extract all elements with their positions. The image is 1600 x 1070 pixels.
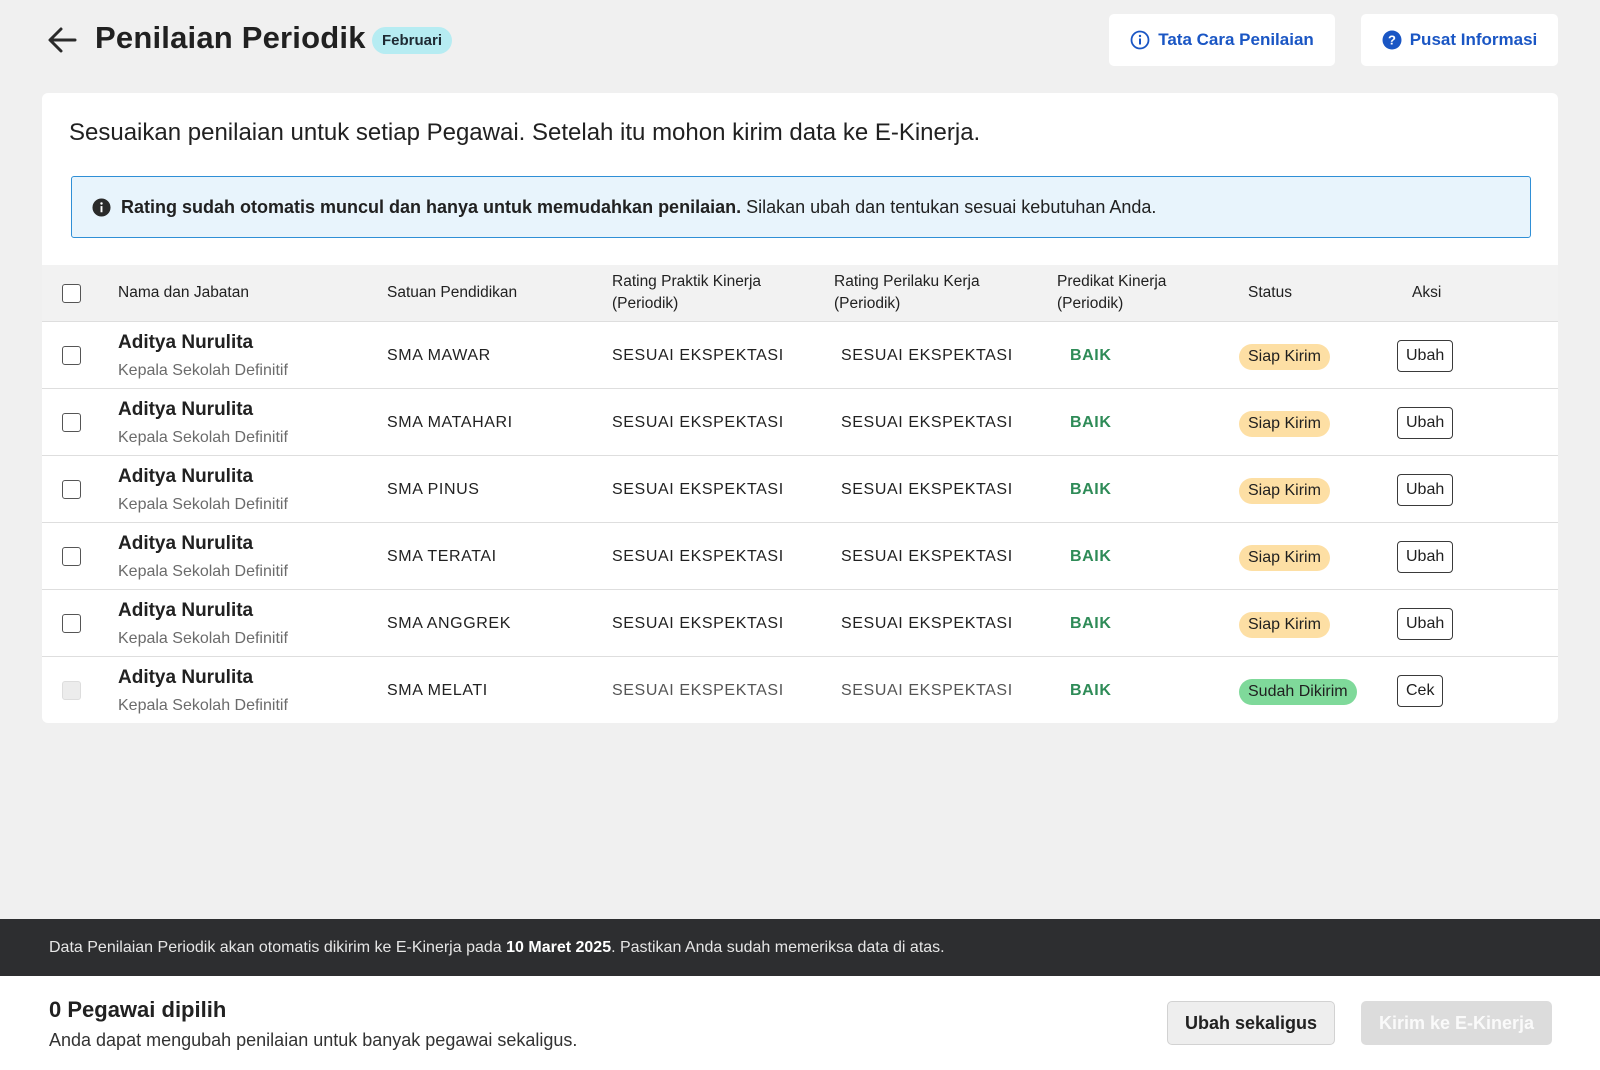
employee-name: Aditya Nurulita <box>118 667 254 688</box>
auto-send-notice: Data Penilaian Periodik akan otomatis di… <box>0 919 1600 976</box>
ubah-button[interactable]: Ubah <box>1397 407 1454 439</box>
col-header-aksi: Aksi <box>1412 284 1442 301</box>
action-footer: 0 Pegawai dipilih Anda dapat mengubah pe… <box>0 976 1600 1070</box>
back-arrow-icon[interactable] <box>44 22 80 58</box>
select-all-checkbox[interactable] <box>62 284 81 303</box>
school-cell: SMA MATAHARI <box>387 413 513 431</box>
predikat-cell: BAIK <box>1070 547 1112 565</box>
praktik-cell: SESUAI EKSPEKTASI <box>612 480 784 498</box>
perilaku-cell: SESUAI EKSPEKTASI <box>841 614 1013 632</box>
table-row: Aditya Nurulita Kepala Sekolah Definitif… <box>42 322 1558 389</box>
col-header-predikat: Predikat Kinerja (Periodik) <box>1057 273 1167 312</box>
col-header-status: Status <box>1248 284 1292 301</box>
employee-role: Kepala Sekolah Definitif <box>118 429 288 446</box>
row-checkbox[interactable] <box>62 547 81 566</box>
col-header-school: Satuan Pendidikan <box>387 284 518 301</box>
table-row: Aditya Nurulita Kepala Sekolah Definitif… <box>42 523 1558 590</box>
row-checkbox[interactable] <box>62 413 81 432</box>
employee-name: Aditya Nurulita <box>118 332 254 353</box>
predikat-cell: BAIK <box>1070 346 1112 364</box>
info-alert-text: Rating sudah otomatis muncul dan hanya u… <box>121 196 1157 217</box>
ubah-button[interactable]: Ubah <box>1397 340 1454 372</box>
row-checkbox[interactable] <box>62 614 81 633</box>
svg-text:?: ? <box>1388 33 1396 48</box>
cek-button[interactable]: Cek <box>1397 675 1444 707</box>
col-header-praktik: Rating Praktik Kinerja (Periodik) <box>612 273 762 312</box>
employee-role: Kepala Sekolah Definitif <box>118 630 288 647</box>
employee-role: Kepala Sekolah Definitif <box>118 496 288 513</box>
selected-hint: Anda dapat mengubah penilaian untuk bany… <box>49 1030 578 1050</box>
perilaku-cell: SESUAI EKSPEKTASI <box>841 547 1013 565</box>
praktik-cell: SESUAI EKSPEKTASI <box>612 681 784 699</box>
employee-role: Kepala Sekolah Definitif <box>118 563 288 580</box>
predikat-cell: BAIK <box>1070 413 1112 431</box>
send-date: 10 Maret 2025 <box>506 939 612 956</box>
school-cell: SMA TERATAI <box>387 547 497 565</box>
status-badge: Sudah Dikirim <box>1239 679 1357 705</box>
table-header: Nama dan Jabatan Satuan Pendidikan Ratin… <box>42 265 1558 322</box>
predikat-cell: BAIK <box>1070 480 1112 498</box>
praktik-cell: SESUAI EKSPEKTASI <box>612 413 784 431</box>
table-row: Aditya Nurulita Kepala Sekolah Definitif… <box>42 657 1558 724</box>
info-alert: Rating sudah otomatis muncul dan hanya u… <box>71 176 1531 238</box>
employee-name: Aditya Nurulita <box>118 533 254 554</box>
col-header-name: Nama dan Jabatan <box>118 284 249 301</box>
school-cell: SMA ANGGREK <box>387 614 511 632</box>
ubah-button[interactable]: Ubah <box>1397 541 1454 573</box>
ubah-button[interactable]: Ubah <box>1397 608 1454 640</box>
ubah-sekaligus-button[interactable]: Ubah sekaligus <box>1167 1001 1335 1045</box>
employee-name: Aditya Nurulita <box>118 399 254 420</box>
table-row: Aditya Nurulita Kepala Sekolah Definitif… <box>42 590 1558 657</box>
info-circle-icon <box>1130 30 1150 50</box>
praktik-cell: SESUAI EKSPEKTASI <box>612 614 784 632</box>
praktik-cell: SESUAI EKSPEKTASI <box>612 346 784 364</box>
page-header: Penilaian Periodik Februari Tata Cara Pe… <box>0 0 1600 80</box>
card-title: Sesuaikan penilaian untuk setiap Pegawai… <box>69 119 981 146</box>
table-row: Aditya Nurulita Kepala Sekolah Definitif… <box>42 456 1558 523</box>
school-cell: SMA MELATI <box>387 681 488 699</box>
ubah-button[interactable]: Ubah <box>1397 474 1454 506</box>
employee-name: Aditya Nurulita <box>118 600 254 621</box>
predikat-cell: BAIK <box>1070 681 1112 699</box>
page-title: Penilaian Periodik <box>95 20 366 55</box>
perilaku-cell: SESUAI EKSPEKTASI <box>841 681 1013 699</box>
tata-cara-label: Tata Cara Penilaian <box>1158 30 1314 49</box>
month-badge: Februari <box>372 27 453 54</box>
assessment-card: Sesuaikan penilaian untuk setiap Pegawai… <box>42 93 1558 723</box>
row-checkbox[interactable] <box>62 346 81 365</box>
status-badge: Siap Kirim <box>1239 478 1330 504</box>
table-row: Aditya Nurulita Kepala Sekolah Definitif… <box>42 389 1558 456</box>
tata-cara-button[interactable]: Tata Cara Penilaian <box>1109 14 1335 66</box>
predikat-cell: BAIK <box>1070 614 1112 632</box>
school-cell: SMA PINUS <box>387 480 480 498</box>
status-badge: Siap Kirim <box>1239 411 1330 437</box>
school-cell: SMA MAWAR <box>387 346 491 364</box>
help-circle-icon: ? <box>1382 30 1402 50</box>
row-checkbox[interactable] <box>62 480 81 499</box>
employee-name: Aditya Nurulita <box>118 466 254 487</box>
row-checkbox-disabled <box>62 681 81 700</box>
status-badge: Siap Kirim <box>1239 612 1330 638</box>
employee-role: Kepala Sekolah Definitif <box>118 697 288 714</box>
pusat-informasi-button[interactable]: ? Pusat Informasi <box>1361 14 1558 66</box>
status-badge: Siap Kirim <box>1239 344 1330 370</box>
info-filled-icon <box>92 197 111 217</box>
perilaku-cell: SESUAI EKSPEKTASI <box>841 413 1013 431</box>
selected-count: 0 Pegawai dipilih <box>49 997 227 1022</box>
status-badge: Siap Kirim <box>1239 545 1330 571</box>
col-header-perilaku: Rating Perilaku Kerja (Periodik) <box>834 273 980 312</box>
kirim-e-kinerja-button[interactable]: Kirim ke E-Kinerja <box>1361 1001 1552 1045</box>
pusat-informasi-label: Pusat Informasi <box>1409 30 1538 49</box>
perilaku-cell: SESUAI EKSPEKTASI <box>841 346 1013 364</box>
employee-role: Kepala Sekolah Definitif <box>118 362 288 379</box>
perilaku-cell: SESUAI EKSPEKTASI <box>841 480 1013 498</box>
praktik-cell: SESUAI EKSPEKTASI <box>612 547 784 565</box>
